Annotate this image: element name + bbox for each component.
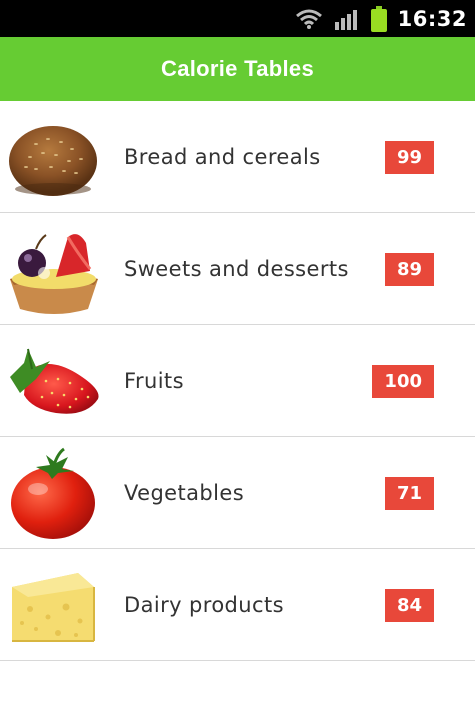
count-badge: 100 xyxy=(372,365,434,398)
count-badge: 71 xyxy=(384,477,434,510)
list-item-label: Bread and cereals xyxy=(124,144,321,169)
wifi-icon xyxy=(295,9,322,29)
fruit-tart-icon xyxy=(10,234,98,314)
strawberry-icon xyxy=(10,348,99,414)
list-item-label: Dairy products xyxy=(124,592,284,617)
list-item-label: Fruits xyxy=(124,368,184,393)
cheese-icon xyxy=(12,573,95,642)
list-item-vegetables[interactable]: Vegetables 71 xyxy=(0,437,475,549)
list-item-dairy-products[interactable]: Dairy products 84 xyxy=(0,549,475,661)
list-item-label: Sweets and desserts xyxy=(124,256,349,281)
signal-icon xyxy=(334,9,357,30)
status-time: 16:32 xyxy=(397,6,467,31)
list-item-sweets-and-desserts[interactable]: Sweets and desserts 89 xyxy=(0,213,475,325)
count-badge: 99 xyxy=(384,141,434,174)
list-item-fruits[interactable]: Fruits 100 xyxy=(0,325,475,437)
list-item-label: Vegetables xyxy=(124,480,245,505)
status-icons: 16:32 xyxy=(294,0,467,37)
app-title: Calorie Tables xyxy=(161,56,314,81)
bread-roll-icon xyxy=(9,126,97,196)
count-badge: 84 xyxy=(384,589,434,622)
battery-icon xyxy=(370,5,387,32)
status-bar: 16:32 xyxy=(0,0,475,37)
app-bar: Calorie Tables xyxy=(0,37,475,101)
category-list: Bread and cereals 99 Sweets and desserts… xyxy=(0,101,475,661)
tomato-icon xyxy=(11,447,95,539)
list-item-bread-and-cereals[interactable]: Bread and cereals 99 xyxy=(0,101,475,213)
count-badge: 89 xyxy=(384,253,434,286)
